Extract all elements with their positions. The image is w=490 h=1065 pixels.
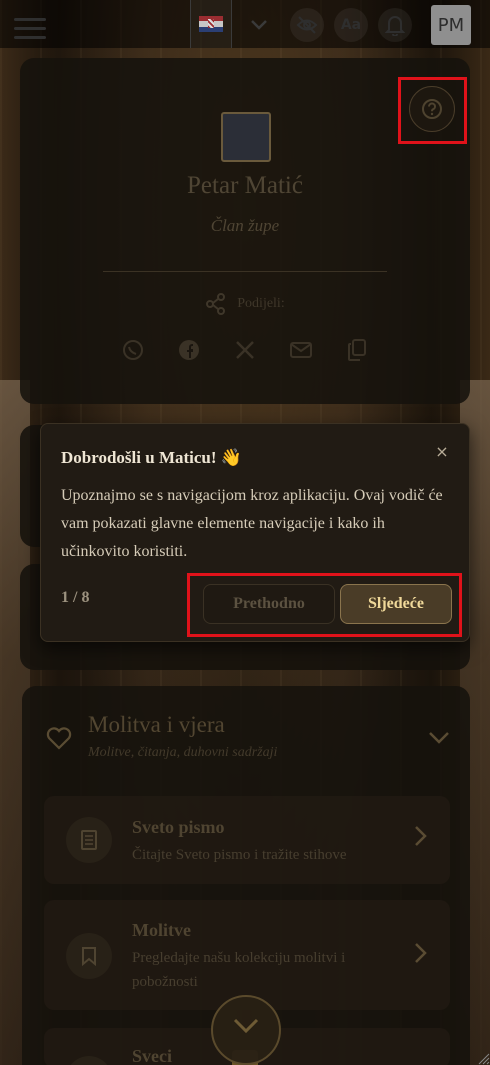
- book-icon: [66, 817, 112, 863]
- profile-role: Član župe: [210, 216, 280, 235]
- help-button[interactable]: [409, 86, 455, 132]
- croatia-flag-icon: [199, 16, 223, 32]
- tour-step-counter: 1 / 8: [61, 589, 90, 606]
- font-size-label: Aa: [340, 17, 362, 33]
- font-size-button[interactable]: Aa: [334, 8, 368, 42]
- top-bar: Aa PM: [0, 0, 490, 48]
- bookmark-icon: [66, 933, 112, 979]
- share-row: Podijeli:: [0, 293, 490, 315]
- eye-off-icon: [296, 16, 318, 34]
- language-dropdown-chevron-icon[interactable]: [242, 8, 276, 42]
- item-description: Čitajte Sveto pismo i tražite stihove: [132, 847, 347, 863]
- bell-icon: [385, 16, 405, 36]
- section-title: Molitva i vjera: [88, 712, 225, 737]
- divider: [103, 271, 387, 272]
- profile-avatar: [221, 112, 271, 162]
- saint-icon: [66, 1056, 112, 1065]
- language-button[interactable]: [190, 0, 232, 48]
- tour-title: Dobrodošli u Maticu! 👋: [61, 448, 242, 467]
- list-item-molitve[interactable]: Molitve Pregledajte našu kolekciju molit…: [44, 900, 450, 1010]
- social-share-buttons: [0, 338, 490, 362]
- heart-icon: [46, 727, 72, 750]
- chevron-down-icon: [233, 1018, 259, 1034]
- hamburger-menu-button[interactable]: [14, 18, 46, 44]
- scroll-down-button[interactable]: [211, 995, 281, 1065]
- chevron-right-icon: [415, 943, 427, 963]
- close-button[interactable]: ×: [434, 444, 450, 460]
- mail-icon[interactable]: [289, 338, 313, 362]
- list-item-sveto-pismo[interactable]: Sveto pismo Čitajte Sveto pismo i tražit…: [44, 796, 450, 884]
- resize-handle-icon[interactable]: [476, 1051, 490, 1065]
- user-avatar-button[interactable]: PM: [431, 5, 471, 45]
- share-icon: [206, 293, 226, 315]
- avatar-initials: PM: [437, 14, 465, 36]
- chevron-down-icon[interactable]: [426, 728, 452, 748]
- facebook-icon[interactable]: [177, 338, 201, 362]
- next-button[interactable]: Sljedeće: [340, 584, 452, 624]
- x-icon[interactable]: [233, 338, 257, 362]
- item-title: Molitve: [132, 920, 191, 940]
- visibility-toggle-button[interactable]: [290, 8, 324, 42]
- menu-line: [14, 18, 46, 21]
- previous-button[interactable]: Prethodno: [203, 584, 335, 624]
- menu-line: [14, 27, 46, 30]
- share-label: Podijeli:: [237, 296, 285, 311]
- item-title: Sveci: [132, 1046, 172, 1065]
- question-circle-icon: [422, 99, 442, 119]
- tour-body: Upoznajmo se s navigacijom kroz aplikaci…: [61, 487, 443, 560]
- profile-name: Petar Matić: [187, 172, 303, 199]
- item-title: Sveto pismo: [132, 817, 225, 837]
- copy-icon[interactable]: [345, 338, 369, 362]
- whatsapp-icon[interactable]: [121, 338, 145, 362]
- notifications-button[interactable]: [378, 8, 412, 42]
- onboarding-tour-popover: Dobrodošli u Maticu! 👋 × Upoznajmo se s …: [40, 423, 470, 642]
- section-subtitle: Molitve, čitanja, duhovni sadržaji: [88, 745, 278, 760]
- menu-line: [14, 36, 46, 39]
- item-description: Pregledajte našu kolekciju molitvi i pob…: [132, 950, 346, 990]
- chevron-right-icon: [415, 826, 427, 846]
